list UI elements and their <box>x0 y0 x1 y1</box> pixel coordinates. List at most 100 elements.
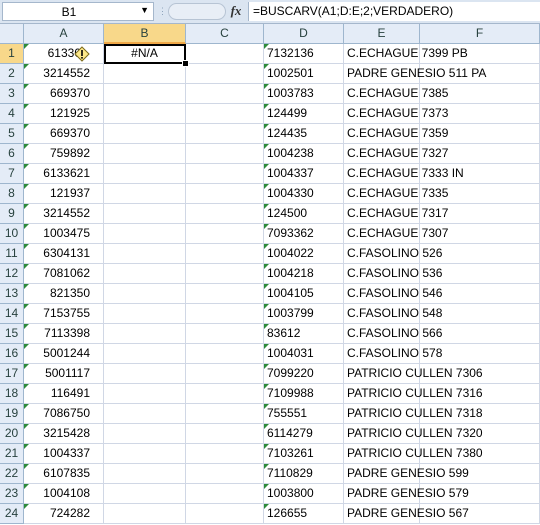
cell-d[interactable]: 1004022 <box>264 244 344 264</box>
row-header[interactable]: 21 <box>0 444 24 464</box>
cell-c[interactable] <box>186 84 264 104</box>
cell-c[interactable] <box>186 244 264 264</box>
cell-f[interactable] <box>420 344 540 364</box>
fill-handle[interactable] <box>182 60 189 67</box>
cell-e[interactable]: PATRICIO CULLEN 7306 <box>344 364 483 384</box>
cell-a[interactable]: 1003475 <box>24 224 104 244</box>
cell-c[interactable] <box>186 224 264 244</box>
cell-a[interactable]: 1004337 <box>24 444 104 464</box>
cell-e[interactable]: C.FASOLINO 566 <box>344 324 442 344</box>
cell-a[interactable]: 821350 <box>24 284 104 304</box>
cell-b[interactable] <box>104 184 186 204</box>
cell-c[interactable] <box>186 304 264 324</box>
cell-a[interactable]: 7081062 <box>24 264 104 284</box>
column-header-a[interactable]: A <box>24 24 104 44</box>
row-header[interactable]: 17 <box>0 364 24 384</box>
row-header[interactable]: 12 <box>0 264 24 284</box>
cell-c[interactable] <box>186 324 264 344</box>
cell-f[interactable] <box>420 164 540 184</box>
cell-c[interactable] <box>186 64 264 84</box>
cell-f[interactable] <box>420 84 540 104</box>
cell-b[interactable] <box>104 64 186 84</box>
cell-a[interactable]: 7113398 <box>24 324 104 344</box>
cell-a[interactable]: 7153755 <box>24 304 104 324</box>
cell-b[interactable] <box>104 84 186 104</box>
cell-a[interactable]: 3215428 <box>24 424 104 444</box>
cell-f[interactable] <box>420 424 540 444</box>
row-header[interactable]: 16 <box>0 344 24 364</box>
cell-b[interactable] <box>104 504 186 524</box>
cell-f[interactable] <box>420 324 540 344</box>
cell-c[interactable] <box>186 444 264 464</box>
cell-c[interactable] <box>186 364 264 384</box>
cell-b[interactable] <box>104 124 186 144</box>
cell-e[interactable]: C.FASOLINO 546 <box>344 284 442 304</box>
cell-b[interactable] <box>104 264 186 284</box>
cell-d[interactable]: 1004238 <box>264 144 344 164</box>
row-header[interactable]: 11 <box>0 244 24 264</box>
chevron-down-icon[interactable]: ▼ <box>140 5 149 15</box>
row-header[interactable]: 18 <box>0 384 24 404</box>
cell-a[interactable]: 61330 <box>24 44 104 64</box>
cell-b[interactable] <box>104 284 186 304</box>
cell-f[interactable] <box>420 264 540 284</box>
cell-a[interactable]: 3214552 <box>24 204 104 224</box>
cell-d[interactable]: 124500 <box>264 204 344 224</box>
cell-f[interactable] <box>420 404 540 424</box>
cell-d[interactable]: 1004031 <box>264 344 344 364</box>
cell-b[interactable] <box>104 484 186 504</box>
cell-c[interactable] <box>186 424 264 444</box>
row-header[interactable]: 2 <box>0 64 24 84</box>
cell-b[interactable] <box>104 364 186 384</box>
cell-d[interactable]: 1004330 <box>264 184 344 204</box>
cell-d[interactable]: 1004105 <box>264 284 344 304</box>
column-header-d[interactable]: D <box>264 24 344 44</box>
cell-b[interactable] <box>104 144 186 164</box>
cell-d[interactable]: 7103261 <box>264 444 344 464</box>
cell-c[interactable] <box>186 144 264 164</box>
cell-b[interactable] <box>104 344 186 364</box>
cell-f[interactable] <box>420 244 540 264</box>
cell-a[interactable]: 6107835 <box>24 464 104 484</box>
cell-d[interactable]: 83612 <box>264 324 344 344</box>
select-all-button[interactable] <box>0 24 24 44</box>
cell-e[interactable]: PADRE GENESIO 567 <box>344 504 469 524</box>
cell-f[interactable] <box>420 144 540 164</box>
cell-b[interactable] <box>104 204 186 224</box>
cell-e[interactable]: PADRE GENESIO 511 PA <box>344 64 486 84</box>
cell-f[interactable] <box>420 184 540 204</box>
cell-d[interactable]: 1003783 <box>264 84 344 104</box>
cell-d[interactable]: 7109988 <box>264 384 344 404</box>
cell-d[interactable]: 7110829 <box>264 464 344 484</box>
cell-b[interactable] <box>104 384 186 404</box>
cell-c[interactable] <box>186 344 264 364</box>
cell-c[interactable] <box>186 124 264 144</box>
error-warning-icon[interactable] <box>74 46 90 62</box>
cell-e[interactable]: C.ECHAGUE 7385 <box>344 84 448 104</box>
cell-a[interactable]: 669370 <box>24 124 104 144</box>
cell-d[interactable]: 1002501 <box>264 64 344 84</box>
name-box[interactable]: B1 ▼ <box>2 2 154 21</box>
cell-f[interactable] <box>420 504 540 524</box>
column-header-b[interactable]: B <box>104 24 186 44</box>
cell-d[interactable]: 1003800 <box>264 484 344 504</box>
cell-f[interactable] <box>420 44 540 64</box>
cell-e[interactable]: C.FASOLINO 548 <box>344 304 442 324</box>
cell-f[interactable] <box>420 464 540 484</box>
active-cell-b1[interactable]: #N/A <box>104 44 186 64</box>
row-header[interactable]: 19 <box>0 404 24 424</box>
cell-c[interactable] <box>186 184 264 204</box>
row-header[interactable]: 15 <box>0 324 24 344</box>
row-header[interactable]: 6 <box>0 144 24 164</box>
cell-e[interactable]: PATRICIO CULLEN 7318 <box>344 404 483 424</box>
cell-e[interactable]: C.ECHAGUE 7307 <box>344 224 448 244</box>
row-header[interactable]: 23 <box>0 484 24 504</box>
cell-a[interactable]: 3214552 <box>24 64 104 84</box>
cell-f[interactable] <box>420 384 540 404</box>
cell-a[interactable]: 5001117 <box>24 364 104 384</box>
cell-d[interactable]: 6114279 <box>264 424 344 444</box>
cell-e[interactable]: C.FASOLINO 526 <box>344 244 442 264</box>
row-header[interactable]: 9 <box>0 204 24 224</box>
cell-d[interactable]: 7132136 <box>264 44 344 64</box>
row-header[interactable]: 10 <box>0 224 24 244</box>
